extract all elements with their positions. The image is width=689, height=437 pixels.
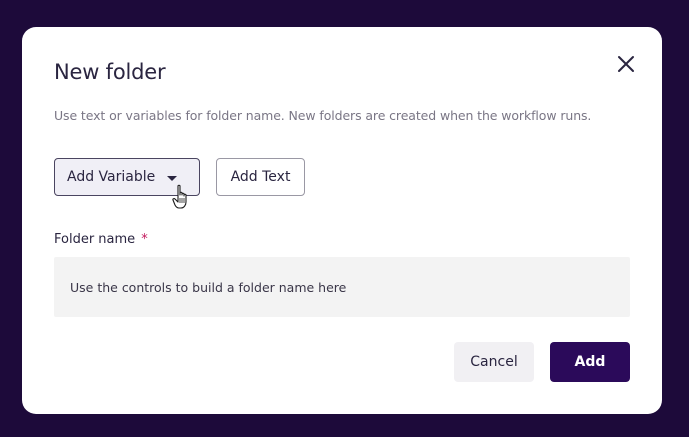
folder-name-placeholder: Use the controls to build a folder name … bbox=[70, 279, 347, 295]
add-variable-button[interactable]: Add Variable bbox=[54, 158, 200, 196]
dialog-title: New folder bbox=[54, 60, 166, 84]
caret-down-icon bbox=[167, 175, 178, 181]
required-marker: * bbox=[141, 232, 148, 247]
close-icon[interactable] bbox=[614, 52, 638, 76]
folder-name-builder[interactable]: Use the controls to build a folder name … bbox=[54, 257, 630, 317]
dialog-subtitle: Use text or variables for folder name. N… bbox=[54, 108, 592, 123]
add-text-button[interactable]: Add Text bbox=[216, 158, 305, 196]
folder-name-label: Folder name * bbox=[54, 232, 148, 247]
add-variable-label: Add Variable bbox=[67, 169, 156, 185]
folder-name-label-text: Folder name bbox=[54, 232, 136, 247]
new-folder-dialog: New folder Use text or variables for fol… bbox=[22, 27, 662, 414]
cancel-button[interactable]: Cancel bbox=[454, 342, 534, 382]
add-button[interactable]: Add bbox=[550, 342, 630, 382]
